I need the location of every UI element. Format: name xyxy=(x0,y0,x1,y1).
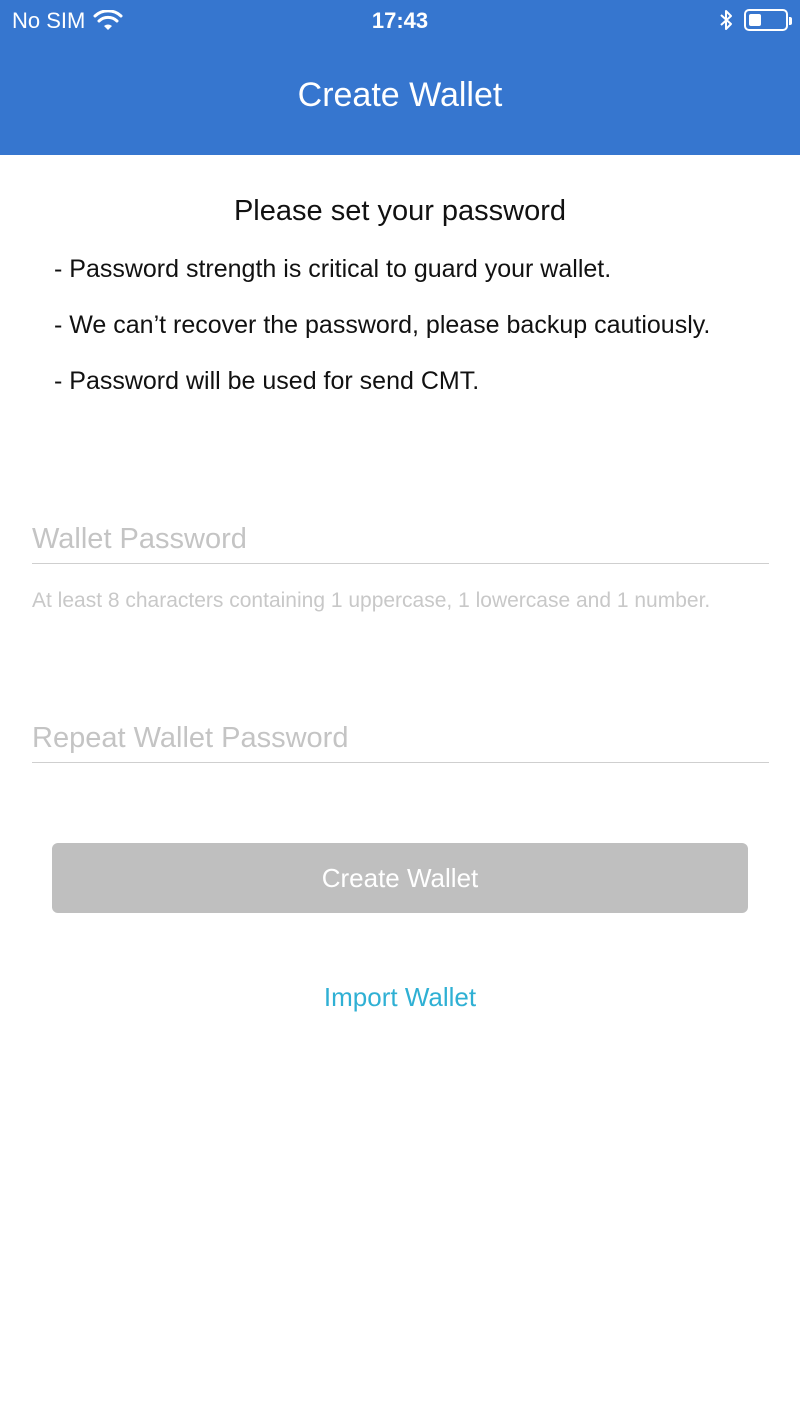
guideline-item: - Password will be used for send CMT. xyxy=(54,367,480,395)
battery-level xyxy=(749,14,761,26)
status-bar: No SIM 17:43 xyxy=(0,0,800,42)
status-right xyxy=(718,8,792,32)
create-wallet-label: Create Wallet xyxy=(321,862,479,893)
repeat-password-field xyxy=(32,714,769,763)
battery-icon xyxy=(744,9,792,31)
header-bar: No SIM 17:43 Create Wallet xyxy=(0,0,800,155)
page-title: Create Wallet xyxy=(297,76,503,114)
password-guidelines: - Password strength is critical to guard… xyxy=(54,253,754,421)
bluetooth-icon xyxy=(720,10,732,30)
guideline-item: - We can’t recover the password, please … xyxy=(54,311,711,339)
import-wallet-link[interactable]: Import Wallet xyxy=(0,982,800,1013)
password-field xyxy=(32,515,769,564)
password-hint: At least 8 characters containing 1 upper… xyxy=(32,589,711,612)
guideline-item: - Password strength is critical to guard… xyxy=(54,255,612,283)
create-wallet-button[interactable]: Create Wallet xyxy=(52,843,748,913)
battery-tip xyxy=(789,17,792,25)
repeat-password-input[interactable] xyxy=(32,714,769,762)
wallet-password-input[interactable] xyxy=(32,515,769,563)
status-time: 17:43 xyxy=(371,8,429,33)
intro-title: Please set your password xyxy=(233,195,567,227)
